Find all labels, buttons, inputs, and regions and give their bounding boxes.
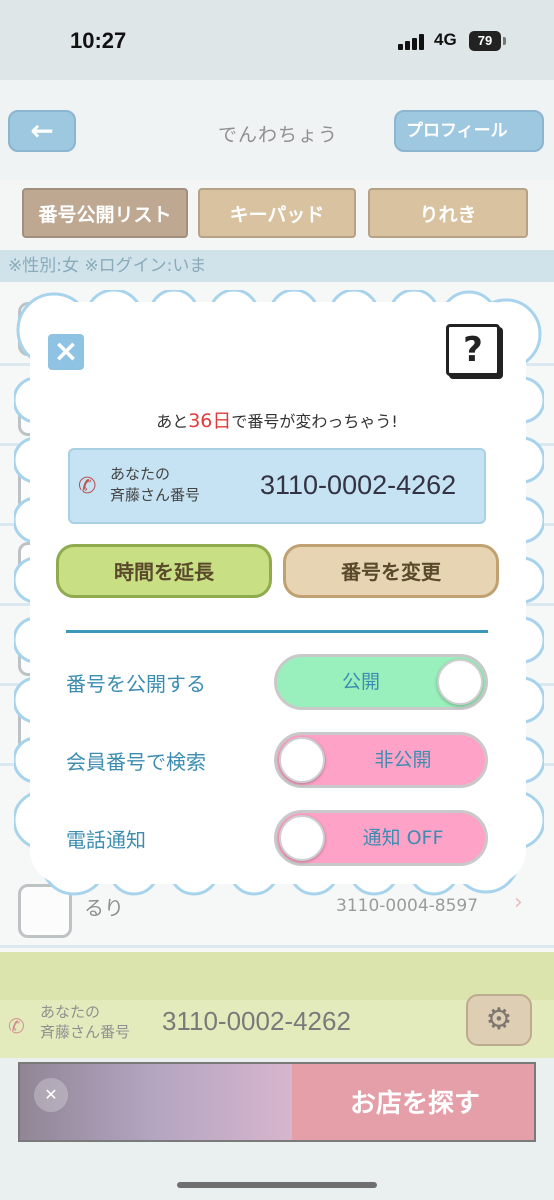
toggle-knob [437, 659, 483, 705]
remaining-days-notice: あと36日で番号が変わっちゃう! [0, 406, 554, 433]
toggle-knob [279, 737, 325, 783]
battery-tip [503, 37, 506, 45]
change-number-button[interactable]: 番号を変更 [283, 544, 499, 598]
help-icon[interactable]: ? [446, 324, 500, 376]
setting-label-member-search: 会員番号で検索 [66, 750, 206, 774]
setting-label-call-notification: 電話通知 [66, 828, 146, 852]
my-phone-number: 3110-0002-4262 [260, 470, 457, 500]
network-type: 4G [434, 30, 457, 49]
setting-label-public-number: 番号を公開する [66, 672, 206, 696]
toggle-member-search[interactable]: 非公開 [274, 732, 488, 788]
phone-icon: ✆ [78, 474, 97, 499]
status-time: 10:27 [70, 28, 127, 53]
status-bar: 10:27 4G 79 [0, 0, 554, 80]
extend-time-button[interactable]: 時間を延長 [56, 544, 272, 598]
battery-icon: 79 [469, 31, 501, 51]
close-icon[interactable]: × [48, 334, 84, 370]
divider [66, 630, 488, 633]
my-number-card: ✆ あなたの 斉藤さん番号 3110-0002-4262 [68, 448, 486, 524]
remaining-prefix: あと [156, 412, 189, 431]
signal-icon [398, 34, 426, 50]
toggle-public-number[interactable]: 公開 [274, 654, 488, 710]
remaining-days: 36日 [188, 410, 232, 432]
my-number-label: あなたの 斉藤さん番号 [110, 465, 201, 504]
toggle-call-notification[interactable]: 通知 OFF [274, 810, 488, 866]
toggle-knob [279, 815, 325, 861]
remaining-suffix: で番号が変わっちゃう! [231, 412, 398, 431]
